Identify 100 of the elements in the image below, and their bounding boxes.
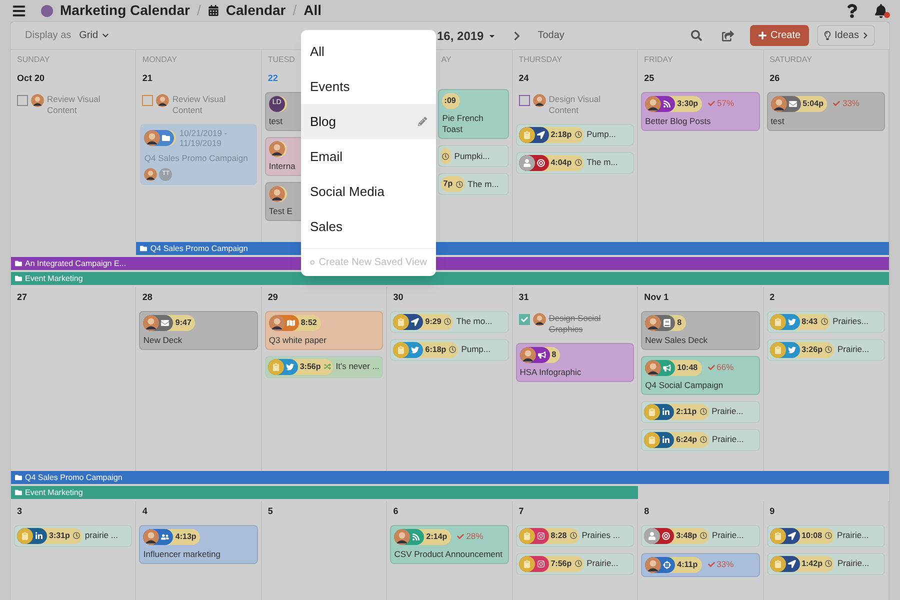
menu-item[interactable]: Social Media [310, 182, 384, 202]
edit-icon[interactable] [418, 117, 427, 126]
post-chip[interactable]: 8:43 Prairies... [766, 310, 885, 332]
bell-icon[interactable] [874, 4, 888, 18]
create-button[interactable]: Create [750, 25, 809, 46]
clipboard-icon [393, 314, 410, 330]
post-title: CSV Product Announcement [394, 548, 502, 560]
post-chip[interactable]: Pumpki... [438, 145, 509, 167]
check-icon [708, 364, 715, 371]
post-title: Prairie... [712, 433, 744, 446]
date-label: 2 [770, 291, 775, 304]
post-chip[interactable]: 3:26p Prairie... [766, 338, 885, 360]
menu-item[interactable]: Blog [310, 112, 336, 132]
avatar [645, 556, 662, 572]
post-title: New Deck [143, 334, 182, 346]
bar-label: Q4 Sales Promo Campaign [150, 242, 248, 254]
post-chip[interactable]: 4:04p The m... [516, 152, 634, 174]
mail-icon [788, 100, 797, 108]
date-label: 7 [518, 505, 524, 518]
menu-item[interactable]: All [310, 42, 324, 62]
post-chip[interactable]: 2:11p Prairie... [641, 400, 760, 422]
date-label: Oct 20 [17, 72, 45, 85]
breadcrumb-link[interactable]: Marketing Calendar [60, 0, 190, 21]
progress-label: 66% [716, 361, 734, 374]
date-label: 26 [770, 72, 780, 85]
post-title: Prairie... [837, 529, 869, 542]
menu-item[interactable]: Sales [310, 216, 343, 236]
clipboard-icon [644, 404, 660, 420]
menu-item[interactable]: Email [310, 146, 343, 166]
time-label: 2:14p [425, 530, 448, 542]
post-title: Better Blog Posts [645, 116, 711, 126]
menu-icon[interactable] [12, 4, 26, 18]
time-label: 3:56p [298, 360, 322, 372]
check-icon [708, 561, 715, 568]
time-label: 8:43 [800, 316, 819, 328]
date-dropdown[interactable]: 16, 2019 [437, 26, 496, 44]
post-chip[interactable]: 6:18p Pump... [390, 338, 509, 360]
ideas-button[interactable]: Ideas [816, 25, 875, 46]
date-label: 28 [142, 291, 152, 304]
post-chip[interactable]: 10:08 Prairie... [766, 524, 885, 546]
today-button[interactable]: Today [538, 28, 564, 43]
post-card[interactable]: 5:04p 33% test [766, 92, 885, 130]
post-title: The m... [468, 178, 499, 190]
post-card[interactable]: 8 HSA Infographic [516, 342, 634, 382]
mail-icon [161, 318, 170, 326]
checkbox[interactable] [17, 94, 28, 106]
post-card[interactable]: 10:48 66% Q4 Social Campaign [641, 356, 760, 394]
post-title: test [770, 116, 784, 126]
post-chip[interactable]: 6:24p Prairie... [641, 428, 760, 450]
post-chip[interactable]: 9:29 The mo... [390, 310, 509, 332]
post-card[interactable]: 2:14p 28% CSV Product Announcement [390, 524, 509, 564]
menu-item[interactable]: Events [310, 76, 350, 96]
avatar [520, 346, 536, 362]
time-label: 2:11p [675, 406, 698, 418]
post-title: Prairies... [832, 315, 868, 328]
next-icon[interactable] [512, 30, 522, 40]
breadcrumb-link[interactable]: Calendar [226, 0, 286, 21]
checkbox[interactable] [518, 94, 530, 106]
help-icon[interactable] [845, 4, 859, 18]
post-card[interactable]: 3:30p 57% Better Blog Posts [641, 92, 760, 130]
post-chip[interactable]: 7p The m... [438, 173, 509, 195]
post-card[interactable]: 9:47 New Deck [139, 310, 258, 350]
post-card[interactable]: :09 Pie French Toast [438, 89, 509, 139]
post-chip[interactable]: 2:18p Pump... [516, 124, 634, 146]
post-card[interactable]: 4:11p 33% [641, 552, 760, 576]
post-chip[interactable]: 8:28 Prairies ... [516, 524, 634, 546]
campaign-bar-segment[interactable]: Q4 Sales Promo Campaign [11, 471, 136, 484]
campaign-bar-segment[interactable]: Q4 Sales Promo Campaign [136, 242, 262, 255]
date-label: 3 [17, 505, 22, 518]
post-chip[interactable]: 3:56p It's never ... [264, 356, 384, 378]
date-label: 29 [268, 291, 278, 304]
share-icon[interactable] [722, 30, 734, 42]
folder-icon [15, 474, 22, 481]
campaign-bar-segment[interactable]: An Integrated Campaign E... [11, 257, 136, 270]
breadcrumb-link[interactable]: All [304, 0, 322, 21]
post-chip[interactable]: 3:31p prairie ... [14, 524, 132, 546]
post-title: New Sales Deck [645, 334, 708, 346]
post-title: Prairie... [837, 343, 870, 356]
post-card[interactable]: 4:13p Influencer marketing [139, 524, 258, 564]
post-chip[interactable]: 7:56p Prairie... [516, 552, 634, 574]
date-label: 21 [142, 72, 152, 85]
post-card[interactable]: 8 New Sales Deck [641, 310, 760, 350]
post-chip[interactable]: 1:42p Prairie... [766, 552, 885, 574]
time-label: 7p [442, 178, 454, 190]
time-label: 3:48p [675, 530, 698, 542]
date-label: Nov 1 [644, 291, 669, 304]
avatar [645, 360, 662, 376]
progress-label: 57% [717, 97, 734, 110]
post-card[interactable]: 8:52 Q3 white paper [264, 310, 384, 350]
checkbox[interactable] [518, 314, 530, 324]
display-dropdown[interactable]: Grid [79, 28, 110, 43]
avatar [645, 96, 662, 112]
post-title: Prairie... [712, 529, 744, 542]
folder-icon [162, 134, 170, 142]
post-title: Prairie... [712, 405, 744, 418]
time-label: 7:56p [550, 558, 573, 570]
checkbox[interactable] [142, 94, 154, 106]
people-icon [161, 532, 170, 540]
search-icon[interactable] [690, 30, 702, 41]
post-chip[interactable]: 3:48p Prairie... [641, 524, 760, 546]
